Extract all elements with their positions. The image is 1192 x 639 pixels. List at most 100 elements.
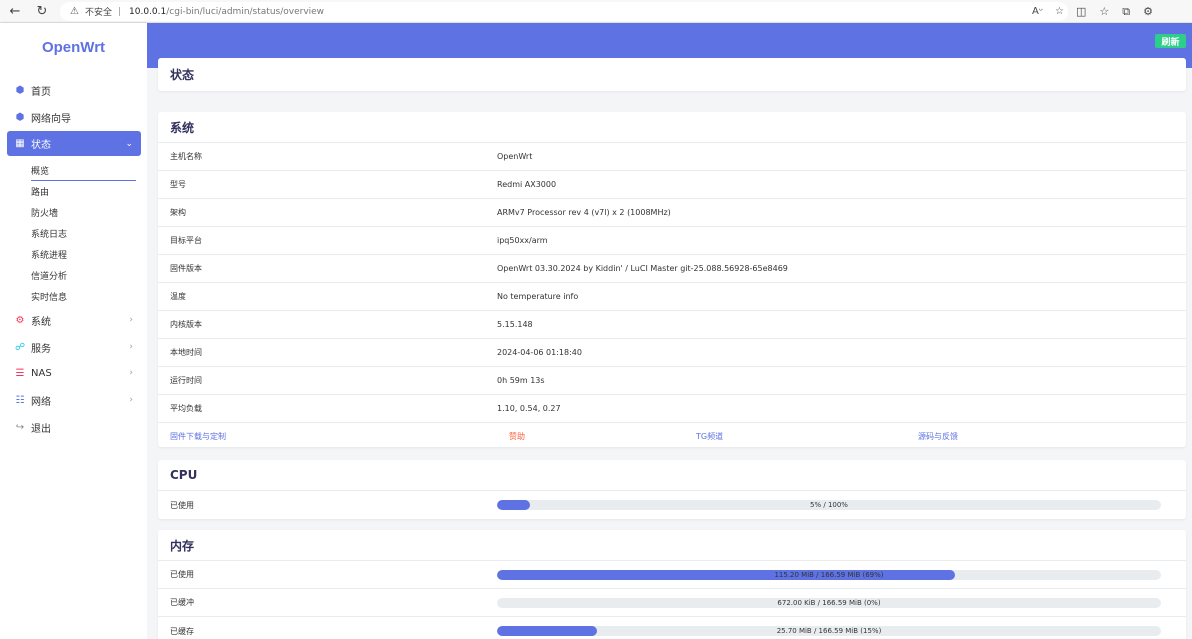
chevron-down-icon: ⌄ (125, 138, 133, 149)
row-key: 运行时间 (170, 376, 202, 385)
favorites-icon[interactable]: ☆ (1099, 5, 1109, 18)
row-value: OpenWrt 03.30.2024 by Kiddin' / LuCI Mas… (497, 264, 788, 273)
sidebar-subitem-syslog[interactable]: 系统日志 (31, 227, 67, 240)
sidebar-item-nas[interactable]: ☰ NAS › (7, 361, 141, 385)
section-title: 系统 (158, 112, 1186, 143)
row-key: 温度 (170, 292, 186, 301)
sidebar-item-label: 首页 (31, 86, 51, 98)
row-key: 架构 (170, 208, 186, 217)
favorite-star-icon[interactable]: ☆ (1055, 6, 1064, 17)
telegram-channel-link[interactable]: TG频道 (696, 431, 723, 442)
sidebar-item-home[interactable]: ⬢ 首页 (7, 78, 141, 102)
sidebar-item-label: 网络 (31, 396, 51, 408)
row-value: ARMv7 Processor rev 4 (v7l) x 2 (1008MHz… (497, 208, 671, 217)
row-key: 本地时间 (170, 348, 202, 357)
read-aloud-icon[interactable]: Aᵕ (1032, 6, 1043, 17)
row-value: OpenWrt (497, 152, 533, 161)
table-row: 主机名称 OpenWrt (158, 143, 1186, 171)
table-row: 目标平台 ipq50xx/arm (158, 227, 1186, 255)
table-row: 已缓冲 672.00 KiB / 166.59 MiB (0%) (158, 589, 1186, 617)
chevron-right-icon: › (129, 368, 133, 378)
back-icon[interactable]: ← (4, 0, 26, 22)
url-separator: | (117, 6, 122, 17)
sidebar-item-label: 网络向导 (31, 113, 71, 125)
sidebar-item-status[interactable]: ▦ 状态 ⌄ (7, 131, 141, 156)
sidebar-item-label: 系统 (31, 316, 51, 328)
cpu-card: CPU 已使用 5% / 100% (158, 460, 1186, 519)
reload-icon[interactable]: ↻ (31, 0, 53, 22)
table-row: 内核版本 5.15.148 (158, 311, 1186, 339)
sidebar-subitem-processes[interactable]: 系统进程 (31, 248, 67, 261)
row-value: 1.10, 0.54, 0.27 (497, 404, 561, 413)
source-feedback-link[interactable]: 源码与反馈 (918, 431, 958, 442)
chevron-right-icon: › (129, 315, 133, 325)
row-key: 目标平台 (170, 236, 202, 245)
sidebar-subitem-firewall[interactable]: 防火墙 (31, 206, 58, 219)
table-row: 本地时间 2024-04-06 01:18:40 (158, 339, 1186, 367)
row-key: 已使用 (170, 570, 194, 579)
sidebar-subitem-channel-analysis[interactable]: 信道分析 (31, 269, 67, 282)
table-row: 已缓存 25.70 MiB / 166.59 MiB (15%) (158, 617, 1186, 639)
database-icon: ☰ (15, 367, 25, 379)
row-key: 内核版本 (170, 320, 202, 329)
cube-icon: ⬢ (15, 84, 25, 96)
warning-icon: ⚠ (70, 6, 79, 17)
cube-icon: ⬢ (15, 111, 25, 123)
progress-text: 672.00 KiB / 166.59 MiB (0%) (777, 598, 881, 607)
row-key: 型号 (170, 180, 186, 189)
row-value: 2024-04-06 01:18:40 (497, 348, 582, 357)
section-title: 内存 (158, 530, 1186, 561)
refresh-button[interactable]: 刷新 (1155, 34, 1186, 48)
sidebar-item-label: 状态 (31, 140, 51, 151)
sponsor-link[interactable]: 赞助 (509, 431, 525, 442)
progress-text: 5% / 100% (810, 501, 848, 509)
sidebar-item-label: NAS (31, 367, 52, 379)
sidebar-item-logout[interactable]: ↪ 退出 (7, 415, 141, 439)
sitemap-icon: ☷ (15, 394, 25, 406)
row-key: 已缓冲 (170, 598, 194, 607)
sidebar-item-network[interactable]: ☷ 网络 › (7, 388, 141, 412)
progress-text: 25.70 MiB / 166.59 MiB (15%) (776, 627, 882, 635)
page-title-card: 状态 (158, 58, 1186, 91)
row-value: No temperature info (497, 292, 579, 301)
sidebar-item-wizard[interactable]: ⬢ 网络向导 (7, 105, 141, 129)
table-row: 已使用 5% / 100% (158, 491, 1186, 519)
row-key: 平均负载 (170, 404, 202, 413)
dashboard-icon: ▦ (15, 138, 25, 149)
gear-icon: ⚙ (15, 314, 25, 326)
logout-icon: ↪ (15, 421, 25, 433)
firmware-download-link[interactable]: 固件下载与定制 (170, 431, 226, 442)
sidebar-item-label: 服务 (31, 343, 51, 355)
section-title: CPU (158, 460, 1186, 491)
chevron-right-icon: › (129, 395, 133, 405)
sidebar-item-system[interactable]: ⚙ 系统 › (7, 308, 141, 332)
row-key: 已缓存 (170, 626, 194, 636)
sidebar-item-services[interactable]: ☍ 服务 › (7, 335, 141, 359)
sidebar-subitem-realtime[interactable]: 实时信息 (31, 290, 67, 303)
sidebar: OpenWrt ⬢ 首页 ⬢ 网络向导 ▦ 状态 ⌄ 概览 路由 防火墙 系统日… (0, 23, 147, 639)
progress-bar: 25.70 MiB / 166.59 MiB (15%) (497, 626, 1161, 636)
table-row: 固件版本 OpenWrt 03.30.2024 by Kiddin' / LuCI… (158, 255, 1186, 283)
progress-bar: 672.00 KiB / 166.59 MiB (0%) (497, 597, 1161, 608)
progress-bar: 115.20 MiB / 166.59 MiB (69%) (497, 569, 1161, 580)
sidebar-item-label: 退出 (31, 423, 51, 435)
collections-icon[interactable]: ⧉ (1122, 5, 1130, 19)
address-bar[interactable]: ⚠ 不安全 | 10.0.0.1/cgi-bin/luci/admin/stat… (60, 2, 1068, 21)
table-row: 已使用 115.20 MiB / 166.59 MiB (69%) (158, 561, 1186, 589)
logo[interactable]: OpenWrt (0, 39, 147, 56)
sidebar-subitem-overview[interactable]: 概览 (31, 164, 136, 181)
row-value: ipq50xx/arm (497, 236, 548, 245)
table-row: 型号 Redmi AX3000 (158, 171, 1186, 199)
extension-icon[interactable]: ⚙ (1143, 5, 1153, 18)
row-key: 固件版本 (170, 264, 202, 273)
sidebar-subitem-routes[interactable]: 路由 (31, 185, 49, 198)
page-title: 状态 (170, 68, 195, 82)
table-row: 运行时间 0h 59m 13s (158, 367, 1186, 395)
progress-bar: 5% / 100% (497, 500, 1161, 510)
insecure-label: 不安全 (84, 8, 112, 18)
row-value: 5.15.148 (497, 320, 533, 329)
split-screen-icon[interactable]: ◫ (1076, 5, 1086, 18)
row-key: 已使用 (170, 500, 194, 510)
table-row: 平均负载 1.10, 0.54, 0.27 (158, 395, 1186, 423)
row-key: 主机名称 (170, 152, 202, 161)
